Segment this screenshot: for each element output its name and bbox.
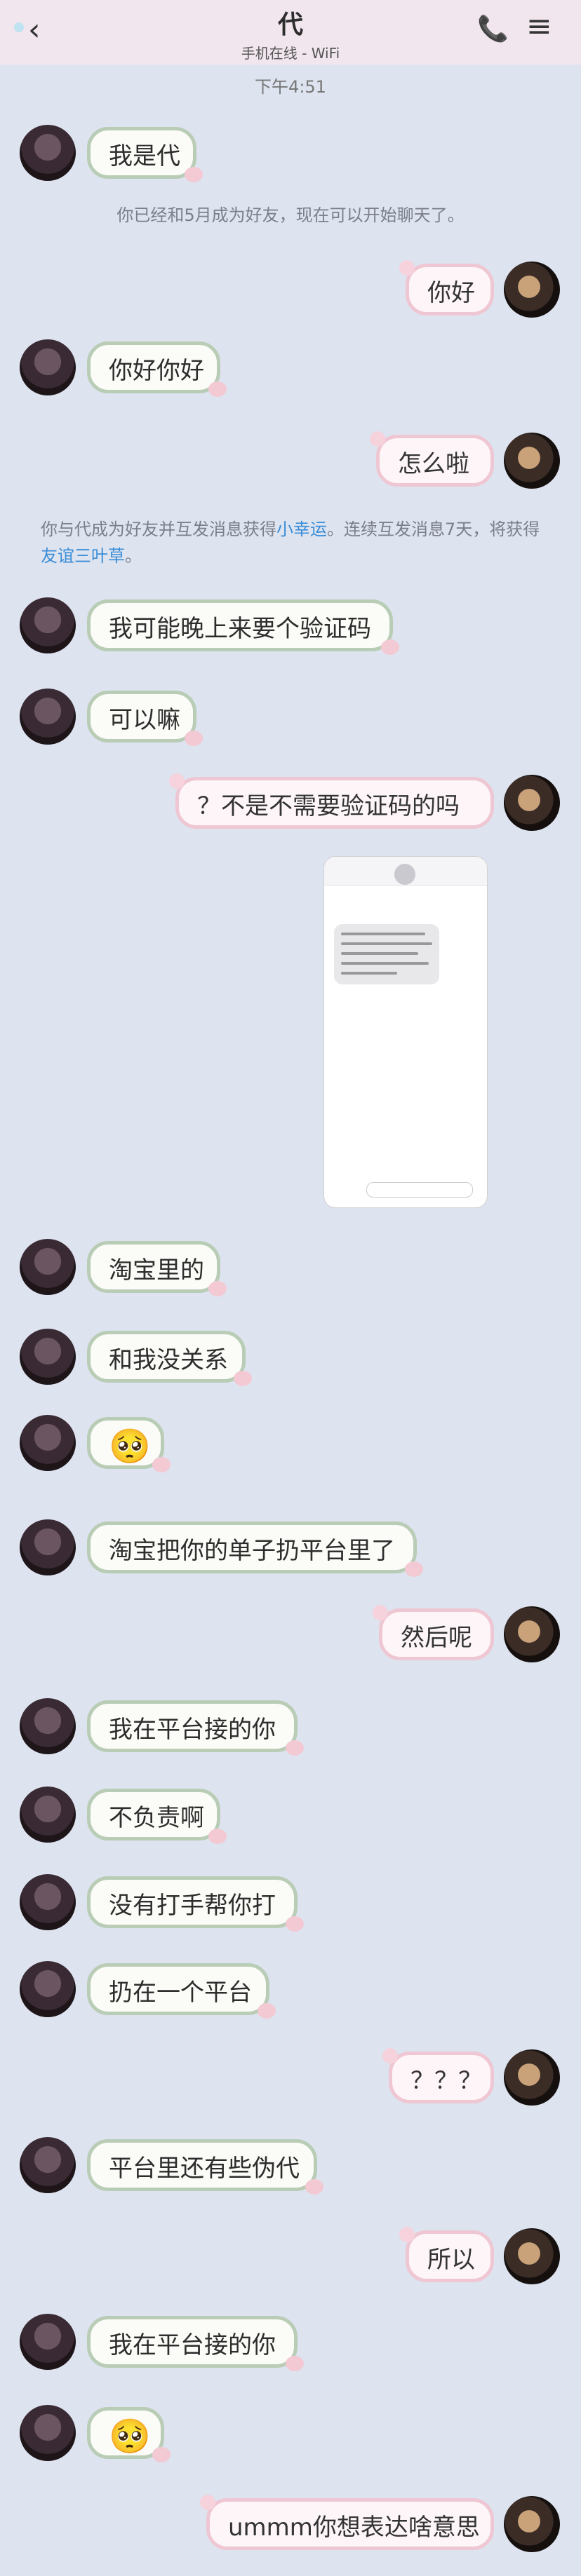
message-bubble[interactable]: 扔在一个平台 bbox=[87, 1963, 276, 2019]
contact-avatar-icon bbox=[394, 864, 415, 885]
my-avatar[interactable] bbox=[504, 262, 560, 318]
my-avatar[interactable] bbox=[504, 775, 560, 831]
my-avatar[interactable] bbox=[504, 2228, 560, 2284]
sms-bubble bbox=[334, 924, 439, 984]
contact-avatar[interactable] bbox=[20, 1961, 76, 2017]
message-bubble[interactable]: 我在平台接的你 bbox=[87, 1700, 304, 1756]
contact-avatar[interactable] bbox=[20, 339, 76, 395]
message-bubble[interactable]: 我可能晚上来要个验证码 bbox=[87, 599, 399, 655]
contact-avatar[interactable] bbox=[20, 1698, 76, 1754]
contact-avatar[interactable] bbox=[20, 1874, 76, 1930]
message-bubble[interactable]: 可以嘛 bbox=[87, 691, 203, 746]
phone-icon[interactable]: 📞 bbox=[477, 14, 509, 43]
lucky-link-1[interactable]: 小幸运 bbox=[276, 520, 327, 539]
contact-avatar[interactable] bbox=[20, 1787, 76, 1843]
contact-avatar[interactable] bbox=[20, 2137, 76, 2193]
message-bubble[interactable]: 所以 bbox=[399, 2227, 494, 2282]
sms-input bbox=[366, 1182, 473, 1198]
message-bubble[interactable]: 淘宝里的 bbox=[87, 1241, 227, 1296]
text-line bbox=[341, 933, 425, 935]
text-line bbox=[341, 972, 397, 975]
text-line bbox=[341, 962, 429, 965]
message-bubble[interactable]: 你好 bbox=[399, 260, 494, 316]
contact-avatar[interactable] bbox=[20, 1415, 76, 1471]
message-bubble[interactable]: ？？？ bbox=[382, 2048, 494, 2103]
contact-avatar[interactable] bbox=[20, 2314, 76, 2370]
contact-avatar[interactable] bbox=[20, 597, 76, 653]
my-avatar[interactable] bbox=[504, 1606, 560, 1662]
lucky-link-2[interactable]: 友谊三叶草 bbox=[41, 546, 125, 566]
message-bubble[interactable]: 🥺 bbox=[87, 1417, 171, 1472]
contact-avatar[interactable] bbox=[20, 2405, 76, 2461]
timestamp: 下午4:51 bbox=[255, 77, 326, 97]
contact-avatar[interactable] bbox=[20, 1239, 76, 1295]
my-avatar[interactable] bbox=[504, 433, 560, 489]
my-avatar[interactable] bbox=[504, 2496, 560, 2552]
message-bubble[interactable]: ummm你想表达啥意思 bbox=[200, 2495, 494, 2550]
message-bubble[interactable]: 淘宝把你的单子扔平台里了 bbox=[87, 1521, 423, 1577]
message-bubble[interactable]: 没有打手帮你打 bbox=[87, 1876, 304, 1932]
my-avatar[interactable] bbox=[504, 2049, 560, 2106]
contact-avatar[interactable] bbox=[20, 689, 76, 745]
lucky-text-2: 。连续互发消息7天，将获得 bbox=[327, 520, 540, 539]
menu-icon[interactable]: ≡ bbox=[526, 10, 552, 43]
message-bubble[interactable]: 和我没关系 bbox=[87, 1331, 252, 1386]
lucky-text-3: 。 bbox=[125, 546, 142, 566]
lucky-notice: 你与代成为好友并互发消息获得小幸运。连续互发消息7天，将获得友谊三叶草。 bbox=[41, 516, 546, 569]
chat-header: ‹ 代 手机在线 - WiFi 📞 ≡ bbox=[0, 0, 581, 65]
contact-avatar[interactable] bbox=[20, 1329, 76, 1385]
message-bubble[interactable]: 平台里还有些伪代 bbox=[87, 2139, 323, 2195]
message-bubble[interactable]: 不负责啊 bbox=[87, 1789, 227, 1844]
screenshot-image[interactable] bbox=[324, 857, 487, 1207]
message-bubble[interactable]: 然后呢 bbox=[373, 1605, 494, 1660]
contact-avatar[interactable] bbox=[20, 1519, 76, 1575]
online-status: 手机在线 - WiFi bbox=[241, 45, 340, 62]
screenshot-header bbox=[324, 857, 487, 886]
contact-avatar[interactable] bbox=[20, 125, 76, 181]
message-bubble[interactable]: 怎么啦 bbox=[370, 431, 494, 487]
friend-notice: 你已经和5月成为好友，现在可以开始聊天了。 bbox=[116, 205, 465, 225]
message-bubble[interactable]: ？不是不需要验证码的吗 bbox=[169, 773, 494, 829]
message-bubble[interactable]: 你好你好 bbox=[87, 341, 227, 397]
text-line bbox=[341, 942, 432, 945]
message-bubble[interactable]: 我是代 bbox=[87, 127, 203, 182]
text-line bbox=[341, 952, 418, 955]
lucky-text-1: 你与代成为好友并互发消息获得 bbox=[41, 520, 276, 539]
message-bubble[interactable]: 我在平台接的你 bbox=[87, 2316, 304, 2371]
message-bubble[interactable]: 🥺 bbox=[87, 2407, 171, 2462]
